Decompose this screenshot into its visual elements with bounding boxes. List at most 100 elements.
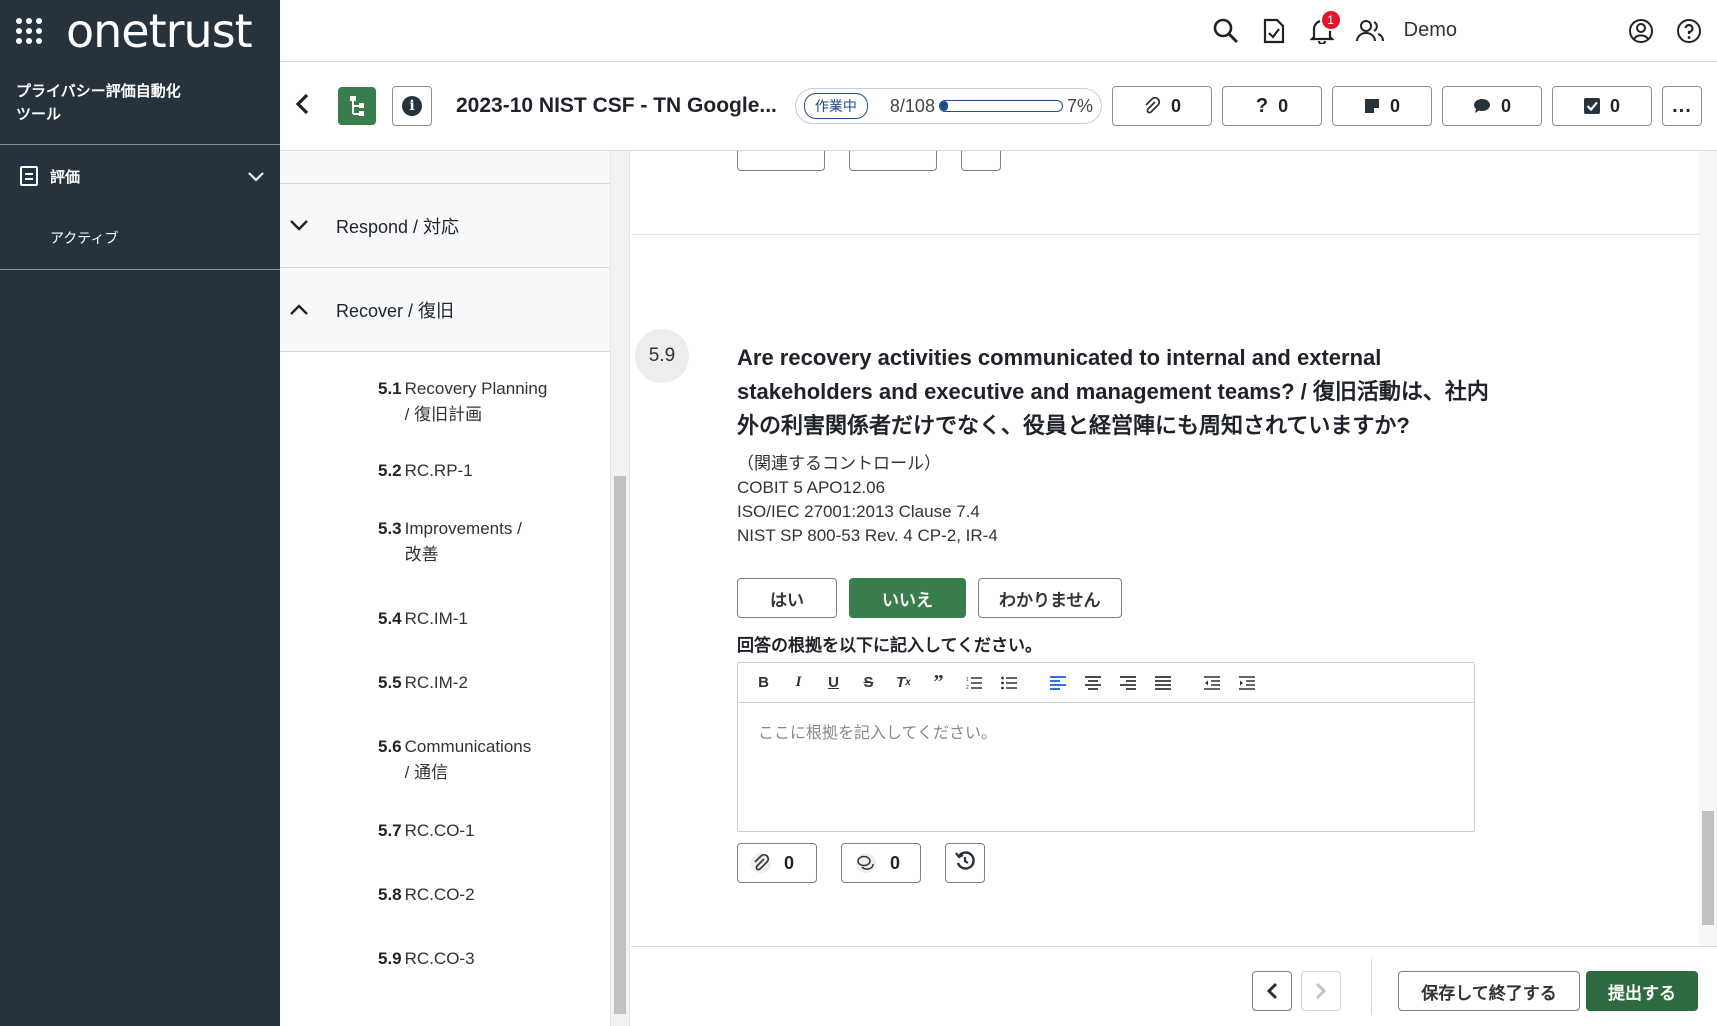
top-bar: 1 Demo	[280, 0, 1717, 62]
question-number-badge: 5.9	[635, 329, 689, 383]
question-mark-icon: ?	[1255, 94, 1269, 117]
notes-count-button[interactable]: 0	[1331, 86, 1432, 126]
answer-yes-button[interactable]: はい	[737, 578, 837, 618]
question-panel: 5.9 Are recovery activities communicated…	[631, 151, 1717, 946]
answer-unknown-button[interactable]: わかりません	[978, 578, 1122, 618]
clear-format-icon[interactable]: Tx	[886, 669, 921, 697]
chevron-down-icon[interactable]	[290, 214, 320, 237]
help-icon[interactable]	[1665, 7, 1713, 55]
align-left-icon[interactable]	[1040, 669, 1075, 697]
back-arrow-icon[interactable]	[294, 91, 320, 122]
question-number: 5.6	[378, 737, 402, 756]
attachments-count-button[interactable]: 0	[1111, 86, 1212, 126]
justification-editor: B I U S Tx ” 12 ここに根拠を記入してください。	[737, 662, 1475, 832]
submit-button[interactable]: 提出する	[1586, 971, 1698, 1011]
indent-icon[interactable]	[1229, 669, 1264, 697]
search-icon[interactable]	[1202, 7, 1250, 55]
save-and-exit-button[interactable]: 保存して終了する	[1398, 971, 1580, 1011]
app-launcher-icon[interactable]	[16, 17, 44, 45]
sidebar: onetrust プライバシー評価自動化ツール 評価 アクティブ	[0, 0, 280, 1026]
progress-count: 8/108	[889, 95, 935, 116]
question-label: RC.RP-1	[404, 461, 473, 480]
history-button-partial[interactable]	[961, 151, 1001, 171]
section-label: Respond / 対応	[336, 216, 460, 237]
tree-question-item[interactable]: 5.9 RC.CO-3	[280, 946, 629, 972]
tree-question-item[interactable]: 5.5 RC.IM-2	[280, 670, 629, 696]
related-controls: （関連するコントロール） COBIT 5 APO12.06 ISO/IEC 27…	[737, 454, 998, 545]
sidebar-item-assessments[interactable]: 評価	[0, 145, 280, 207]
scrollbar-thumb[interactable]	[614, 476, 626, 1014]
tree-toggle-button[interactable]	[338, 87, 376, 125]
question-number: 5.9	[378, 949, 402, 968]
document-check-icon[interactable]	[1250, 7, 1298, 55]
scrollbar-thumb[interactable]	[1702, 811, 1714, 925]
chevron-down-icon[interactable]	[248, 166, 264, 187]
onetrust-logo[interactable]: onetrust	[66, 8, 253, 54]
tree-question-item[interactable]: 5.3 Improvements / 改善	[280, 516, 629, 568]
question-label: Improvements / 改善	[404, 519, 522, 564]
strikethrough-icon[interactable]: S	[851, 669, 886, 697]
question-attachments-button[interactable]: 0	[737, 843, 817, 883]
tree-question-item[interactable]: 5.7 RC.CO-1	[280, 818, 629, 844]
paperclip-icon	[1143, 97, 1161, 115]
question-number: 5.2	[378, 461, 402, 480]
history-button[interactable]	[945, 843, 985, 883]
bold-icon[interactable]: B	[746, 669, 781, 697]
chevron-right-icon	[1315, 982, 1327, 1000]
section-recover[interactable]: Recover / 復旧	[280, 268, 629, 352]
main-scrollbar[interactable]	[1699, 151, 1717, 946]
checkbox-icon	[1583, 98, 1600, 114]
question-number: 5.3	[378, 519, 402, 538]
tree-question-item[interactable]: 5.2 RC.RP-1	[280, 458, 629, 484]
users-icon[interactable]	[1346, 7, 1394, 55]
divider	[0, 269, 280, 270]
notification-bell-icon[interactable]: 1	[1298, 7, 1346, 55]
align-center-icon[interactable]	[1075, 669, 1110, 697]
attachment-button-partial[interactable]	[737, 151, 825, 171]
user-name[interactable]: Demo	[1404, 19, 1457, 42]
progress-bar	[938, 100, 1063, 112]
info-button[interactable]: i	[392, 86, 432, 126]
question-number: 5.7	[378, 821, 402, 840]
tasks-count: 0	[1609, 95, 1620, 116]
align-right-icon[interactable]	[1110, 669, 1145, 697]
comments-count-button[interactable]: 0	[1441, 86, 1542, 126]
question-label: RC.CO-3	[404, 949, 475, 968]
tree-scrollbar[interactable]	[610, 151, 629, 1026]
previous-question-button[interactable]	[1252, 971, 1292, 1011]
previous-question-buttons	[737, 151, 1001, 171]
chevron-up-icon[interactable]	[290, 298, 320, 321]
questions-count-button[interactable]: ? 0	[1221, 86, 1322, 126]
comments-count: 0	[1500, 95, 1511, 116]
bullet-list-icon[interactable]	[991, 669, 1026, 697]
quote-icon[interactable]: ”	[921, 669, 956, 697]
svg-text:1: 1	[966, 677, 969, 683]
justification-input[interactable]: ここに根拠を記入してください。	[738, 703, 1474, 759]
tree-question-item[interactable]: 5.4 RC.IM-1	[280, 606, 629, 632]
more-options-button[interactable]: ...	[1661, 86, 1702, 126]
section-respond[interactable]: Respond / 対応	[280, 184, 629, 268]
attachment-count: 0	[784, 852, 795, 873]
hierarchy-icon	[350, 96, 364, 116]
sidebar-item-active[interactable]: アクティブ	[0, 207, 280, 269]
outdent-icon[interactable]	[1194, 669, 1229, 697]
progress-indicator: 作業中 8/108 7%	[794, 88, 1102, 124]
tree-question-item[interactable]: 5.8 RC.CO-2	[280, 882, 629, 908]
question-comments-button[interactable]: 0	[841, 843, 921, 883]
account-icon[interactable]	[1617, 7, 1665, 55]
comment-icon	[1473, 98, 1491, 114]
comment-button-partial[interactable]	[849, 151, 937, 171]
tree-question-item[interactable]: 5.6 Communications / 通信	[280, 734, 629, 786]
divider	[1371, 959, 1372, 1015]
app-subtitle: プライバシー評価自動化ツール	[16, 83, 181, 123]
next-question-button[interactable]	[1301, 971, 1341, 1011]
assessment-title: 2023-10 NIST CSF - TN Google...	[456, 94, 777, 117]
italic-icon[interactable]: I	[781, 669, 816, 697]
answer-no-button[interactable]: いいえ	[849, 578, 966, 618]
tasks-count-button[interactable]: 0	[1551, 86, 1652, 126]
sidebar-subitem-label: アクティブ	[50, 230, 119, 246]
tree-question-item[interactable]: 5.1 Recovery Planning / 復旧計画	[280, 376, 629, 428]
underline-icon[interactable]: U	[816, 669, 851, 697]
align-justify-icon[interactable]	[1145, 669, 1180, 697]
ordered-list-icon[interactable]: 12	[956, 669, 991, 697]
